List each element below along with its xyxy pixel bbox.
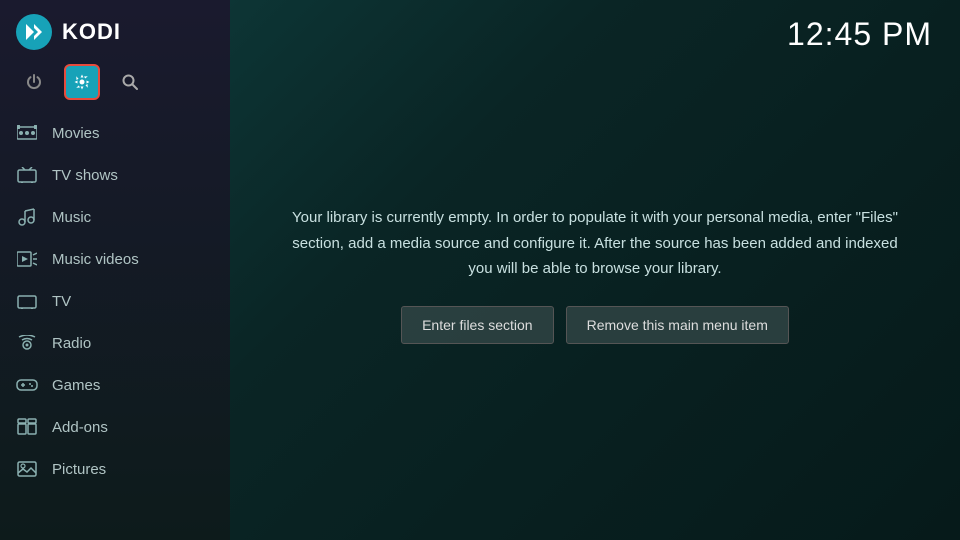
- nav-list: Movies TV shows: [0, 112, 230, 540]
- settings-button[interactable]: [64, 64, 100, 100]
- sidebar-item-addons-label: Add-ons: [52, 419, 108, 436]
- sidebar: KODI: [0, 0, 230, 540]
- sidebar-item-music-label: Music: [52, 209, 91, 226]
- sidebar-item-pictures-label: Pictures: [52, 461, 106, 478]
- sidebar-item-musicvideos-label: Music videos: [52, 251, 139, 268]
- sidebar-item-games-label: Games: [52, 377, 100, 394]
- sidebar-item-tv[interactable]: TV: [0, 280, 230, 322]
- pictures-icon: [16, 458, 38, 480]
- sidebar-item-radio-label: Radio: [52, 335, 91, 352]
- library-message: Your library is currently empty. In orde…: [290, 205, 900, 282]
- tv-icon: [16, 290, 38, 312]
- music-icon: [16, 206, 38, 228]
- sidebar-item-tvshows-label: TV shows: [52, 167, 118, 184]
- sidebar-item-musicvideos[interactable]: Music videos: [0, 238, 230, 280]
- sidebar-icon-row: [0, 60, 230, 112]
- action-buttons: Enter files section Remove this main men…: [401, 306, 789, 344]
- sidebar-item-movies[interactable]: Movies: [0, 112, 230, 154]
- radio-icon: [16, 332, 38, 354]
- sidebar-item-pictures[interactable]: Pictures: [0, 448, 230, 490]
- main-content: 12:45 PM Your library is currently empty…: [230, 0, 960, 540]
- app-title: KODI: [62, 19, 121, 45]
- power-button[interactable]: [16, 64, 52, 100]
- enter-files-button[interactable]: Enter files section: [401, 306, 554, 344]
- musicvideos-icon: [16, 248, 38, 270]
- sidebar-header: KODI: [0, 0, 230, 60]
- sidebar-item-addons[interactable]: Add-ons: [0, 406, 230, 448]
- addons-icon: [16, 416, 38, 438]
- content-area: Your library is currently empty. In orde…: [230, 69, 960, 540]
- movies-icon: [16, 122, 38, 144]
- sidebar-item-movies-label: Movies: [52, 125, 100, 142]
- sidebar-item-tvshows[interactable]: TV shows: [0, 154, 230, 196]
- kodi-logo-icon: [16, 14, 52, 50]
- games-icon: [16, 374, 38, 396]
- tvshows-icon: [16, 164, 38, 186]
- sidebar-item-tv-label: TV: [52, 293, 71, 310]
- sidebar-item-music[interactable]: Music: [0, 196, 230, 238]
- remove-menu-item-button[interactable]: Remove this main menu item: [566, 306, 789, 344]
- sidebar-item-radio[interactable]: Radio: [0, 322, 230, 364]
- search-button[interactable]: [112, 64, 148, 100]
- sidebar-item-games[interactable]: Games: [0, 364, 230, 406]
- clock-display: 12:45 PM: [759, 0, 960, 69]
